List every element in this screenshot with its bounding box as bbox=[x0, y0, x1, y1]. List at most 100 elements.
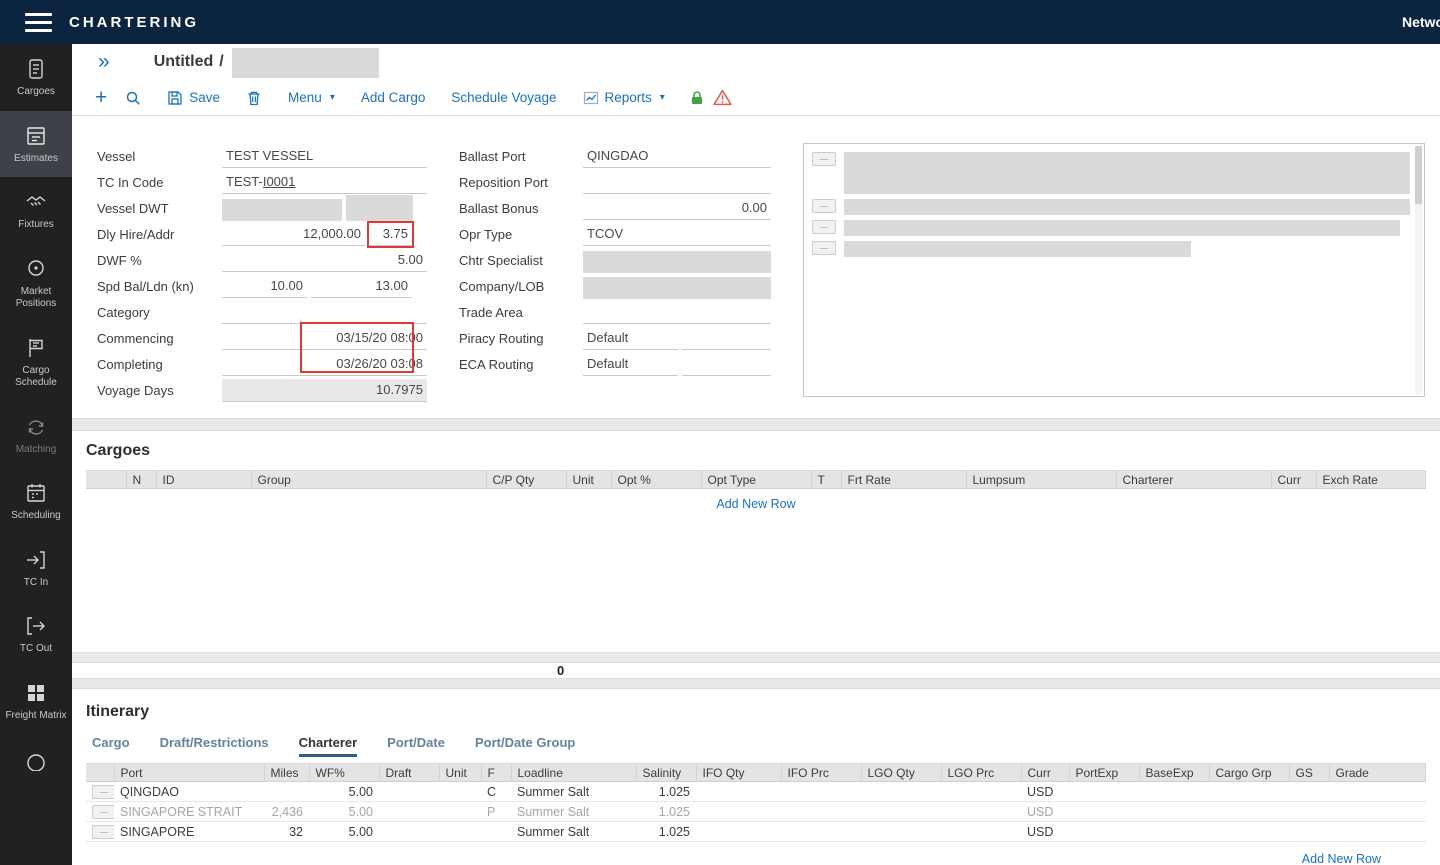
reposition-port-label: Reposition Port bbox=[459, 175, 583, 190]
opr-type-field[interactable]: TCOV bbox=[583, 223, 771, 246]
sidebar-item-matching[interactable]: Matching bbox=[0, 402, 72, 469]
schedule-voyage-button[interactable]: Schedule Voyage bbox=[451, 90, 556, 105]
reports-dropdown-button[interactable]: Reports▾ bbox=[583, 90, 665, 106]
topbar-network-label[interactable]: Netwo bbox=[1402, 14, 1440, 30]
itinerary-row-singapore-strait[interactable]: ··· SINGAPORE STRAIT 2,436 5.00 P Summer… bbox=[86, 802, 1426, 822]
dwf-field[interactable]: 5.00 bbox=[222, 249, 427, 272]
sync-arrows-icon bbox=[24, 415, 48, 439]
sidebar-item-label: Market Positions bbox=[3, 286, 69, 311]
horizontal-scrollbar-lower[interactable] bbox=[72, 678, 1440, 689]
trade-area-label: Trade Area bbox=[459, 305, 583, 320]
row-menu-icon[interactable]: ··· bbox=[92, 785, 114, 799]
vessel-field[interactable]: TEST VESSEL bbox=[222, 145, 427, 168]
itinerary-add-new-row-link[interactable]: Add New Row bbox=[1302, 852, 1381, 865]
speed-ballast-field[interactable]: 10.00 bbox=[222, 275, 307, 298]
sidebar-item-cargo-schedule[interactable]: Cargo Schedule bbox=[0, 323, 72, 402]
tc-in-icon bbox=[24, 548, 48, 572]
sidebar-item-label: Cargoes bbox=[17, 86, 55, 99]
daily-hire-field[interactable]: 12,000.00 bbox=[222, 223, 365, 246]
row-menu-icon[interactable]: ··· bbox=[812, 199, 836, 213]
pnl-summary-panel: ··· ··· ··· ··· bbox=[803, 143, 1425, 397]
commencing-field[interactable]: 03/15/20 08:00 bbox=[222, 327, 427, 350]
new-estimate-button[interactable]: + bbox=[95, 89, 107, 107]
tc-in-code-field[interactable]: TEST-I0001 bbox=[222, 171, 427, 194]
dly-hire-addr-label: Dly Hire/Addr bbox=[97, 227, 222, 242]
row-menu-icon[interactable]: ··· bbox=[92, 805, 114, 819]
horizontal-scrollbar-top[interactable] bbox=[72, 418, 1440, 431]
redacted-chtr-specialist bbox=[583, 251, 771, 273]
reposition-port-field[interactable] bbox=[583, 171, 771, 194]
row-menu-icon[interactable]: ··· bbox=[812, 241, 836, 255]
tab-port-date[interactable]: Port/Date bbox=[387, 735, 445, 757]
estimate-toolbar: + Save Menu▾ Add Cargo Schedule Voyage R… bbox=[72, 80, 1440, 116]
sidebar-item-freight-matrix[interactable]: Freight Matrix bbox=[0, 668, 72, 735]
trade-area-field[interactable] bbox=[583, 301, 771, 324]
eca-routing-label: ECA Routing bbox=[459, 357, 583, 372]
hamburger-menu-icon[interactable] bbox=[25, 13, 52, 32]
sidebar-item-label: Estimates bbox=[14, 153, 58, 166]
sidebar-item-label: Scheduling bbox=[11, 510, 60, 523]
redacted-vessel-dwt-extra bbox=[346, 195, 413, 221]
redacted-summary-row bbox=[844, 199, 1410, 215]
sidebar-item-cargoes[interactable]: Cargoes bbox=[0, 44, 72, 111]
chevron-down-icon: ▾ bbox=[660, 92, 665, 103]
panel-scrollbar[interactable] bbox=[1415, 146, 1422, 394]
redacted-company-lob bbox=[583, 277, 771, 299]
tab-draft-restrictions[interactable]: Draft/Restrictions bbox=[160, 735, 269, 757]
ballast-bonus-field[interactable]: 0.00 bbox=[583, 197, 771, 220]
page-title: Untitled bbox=[154, 53, 214, 70]
commencing-label: Commencing bbox=[97, 331, 222, 346]
save-button[interactable]: Save bbox=[167, 90, 220, 106]
plus-icon: + bbox=[95, 89, 107, 107]
cargoes-add-new-row-link[interactable]: Add New Row bbox=[716, 497, 795, 511]
sidebar-item-label: TC In bbox=[24, 577, 48, 590]
report-chart-icon bbox=[583, 90, 599, 106]
tc-in-code-label: TC In Code bbox=[97, 175, 222, 190]
tab-cargo[interactable]: Cargo bbox=[92, 735, 130, 757]
speed-laden-field[interactable]: 13.00 bbox=[311, 275, 412, 298]
delete-button[interactable] bbox=[246, 90, 262, 106]
itinerary-handle-header bbox=[86, 764, 114, 782]
sidebar-item-tc-in[interactable]: TC In bbox=[0, 535, 72, 602]
estimates-icon bbox=[24, 124, 48, 148]
eca-routing-field[interactable]: Default bbox=[583, 353, 678, 376]
vessel-dwt-label: Vessel DWT bbox=[97, 201, 222, 216]
sidebar-item-tc-out[interactable]: TC Out bbox=[0, 601, 72, 668]
tab-port-date-group[interactable]: Port/Date Group bbox=[475, 735, 575, 757]
menu-dropdown-button[interactable]: Menu▾ bbox=[288, 90, 335, 105]
chevron-down-icon: ▾ bbox=[330, 92, 335, 103]
lock-status-button[interactable] bbox=[689, 90, 705, 106]
sidebar-item-market-positions[interactable]: Market Positions bbox=[0, 244, 72, 323]
ballast-port-field[interactable]: QINGDAO bbox=[583, 145, 771, 168]
tab-charterer[interactable]: Charterer bbox=[299, 735, 358, 757]
tc-in-code-link[interactable]: I0001 bbox=[263, 174, 296, 189]
breadcrumb-row: » Untitled/ bbox=[72, 44, 1440, 80]
sidebar-item-scheduling[interactable]: Scheduling bbox=[0, 468, 72, 535]
voyage-days-label: Voyage Days bbox=[97, 383, 222, 398]
add-cargo-button[interactable]: Add Cargo bbox=[361, 90, 426, 105]
totals-row: 0 bbox=[72, 663, 1440, 678]
expand-panel-icon[interactable]: » bbox=[92, 52, 116, 72]
sidebar-item-fixtures[interactable]: Fixtures bbox=[0, 177, 72, 244]
piracy-routing-field[interactable]: Default bbox=[583, 327, 678, 350]
chtr-specialist-label: Chtr Specialist bbox=[459, 253, 583, 268]
search-button[interactable] bbox=[125, 90, 141, 106]
sidebar-item-partial[interactable] bbox=[0, 734, 72, 783]
row-menu-icon[interactable]: ··· bbox=[812, 220, 836, 234]
completing-field[interactable]: 03/26/20 03:08 bbox=[222, 353, 427, 376]
row-menu-icon[interactable]: ··· bbox=[92, 825, 114, 839]
sidebar-item-estimates[interactable]: Estimates bbox=[0, 111, 72, 178]
piracy-routing-extra-field[interactable] bbox=[682, 327, 771, 350]
voyage-days-field: 10.7975 bbox=[222, 379, 427, 402]
validation-warning-button[interactable] bbox=[713, 89, 732, 106]
breadcrumb: Untitled/ bbox=[154, 53, 224, 71]
cargoes-handle-header bbox=[86, 471, 126, 489]
itinerary-row-qingdao[interactable]: ··· QINGDAO 5.00 C Summer Salt 1.025 bbox=[86, 782, 1426, 802]
address-commission-field[interactable]: 3.75 bbox=[369, 223, 412, 246]
row-menu-icon[interactable]: ··· bbox=[812, 152, 836, 166]
horizontal-scrollbar-middle[interactable] bbox=[72, 652, 1440, 663]
eca-routing-extra-field[interactable] bbox=[682, 353, 771, 376]
category-field[interactable] bbox=[222, 301, 427, 324]
itinerary-row-singapore[interactable]: ··· SINGAPORE 32 5.00 Summer Salt 1.025 bbox=[86, 822, 1426, 842]
itinerary-tabs: Cargo Draft/Restrictions Charterer Port/… bbox=[92, 735, 1426, 757]
